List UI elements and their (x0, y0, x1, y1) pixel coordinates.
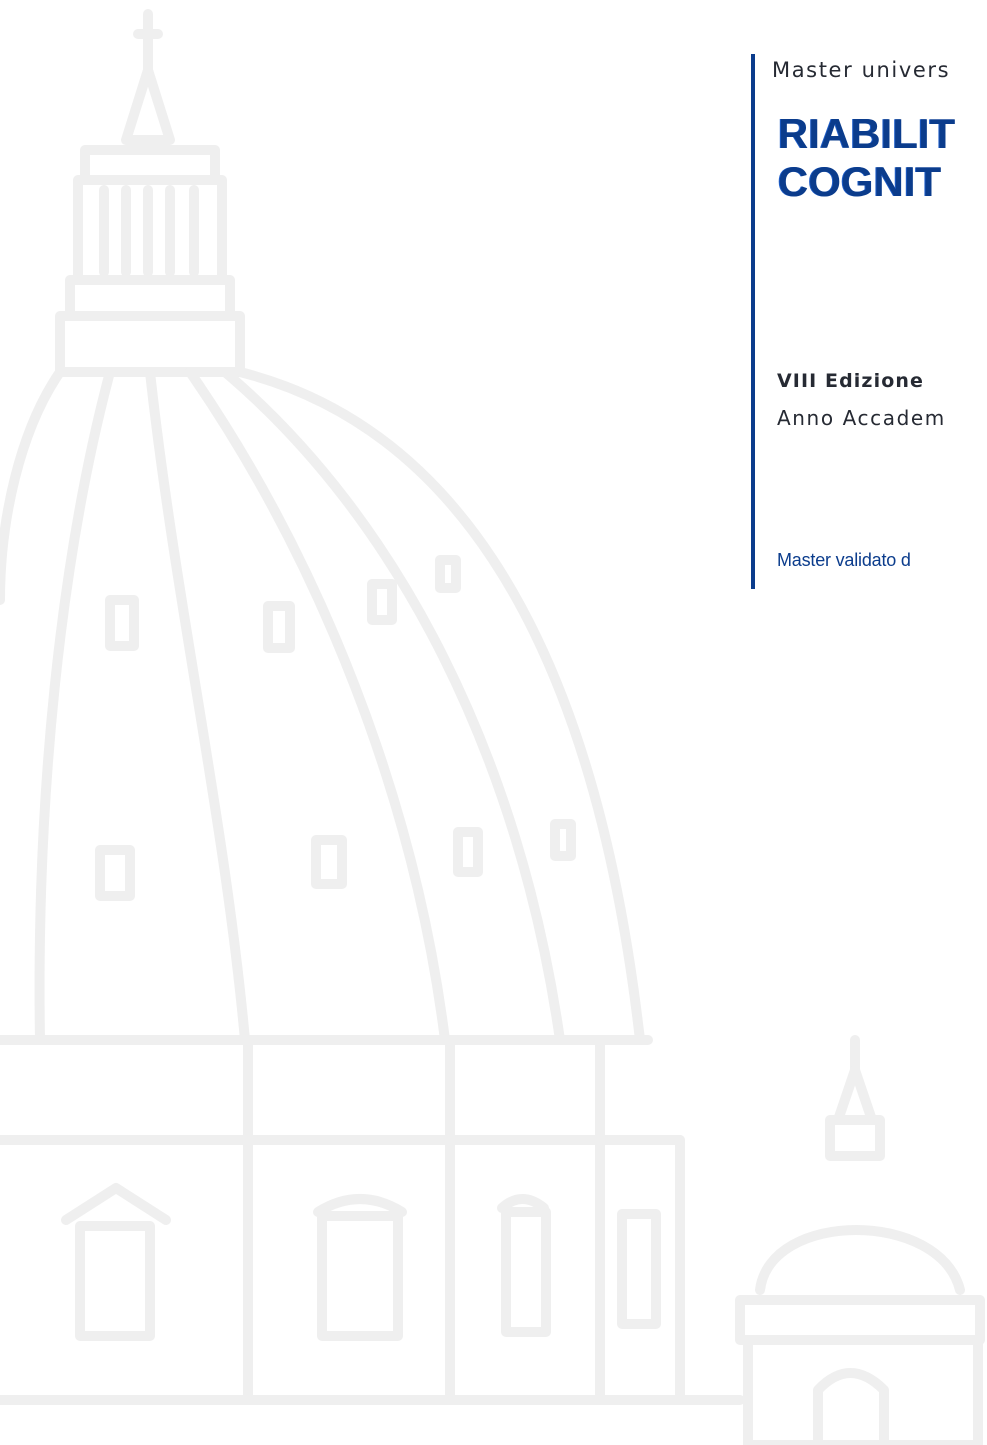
academic-year-label: Anno Accadem (777, 406, 946, 430)
program-title-line-1: RIABILIT (778, 110, 956, 157)
program-info-panel: Master univers RIABILIT COGNIT VIII Ediz… (751, 54, 987, 589)
program-type-label: Master univers (772, 58, 951, 82)
program-title-line-2: COGNIT (778, 158, 942, 205)
accent-bar (751, 54, 755, 589)
edition-label: VIII Edizione (777, 370, 924, 392)
program-title: RIABILIT COGNIT (778, 110, 955, 206)
validation-note: Master validato d (777, 550, 911, 570)
